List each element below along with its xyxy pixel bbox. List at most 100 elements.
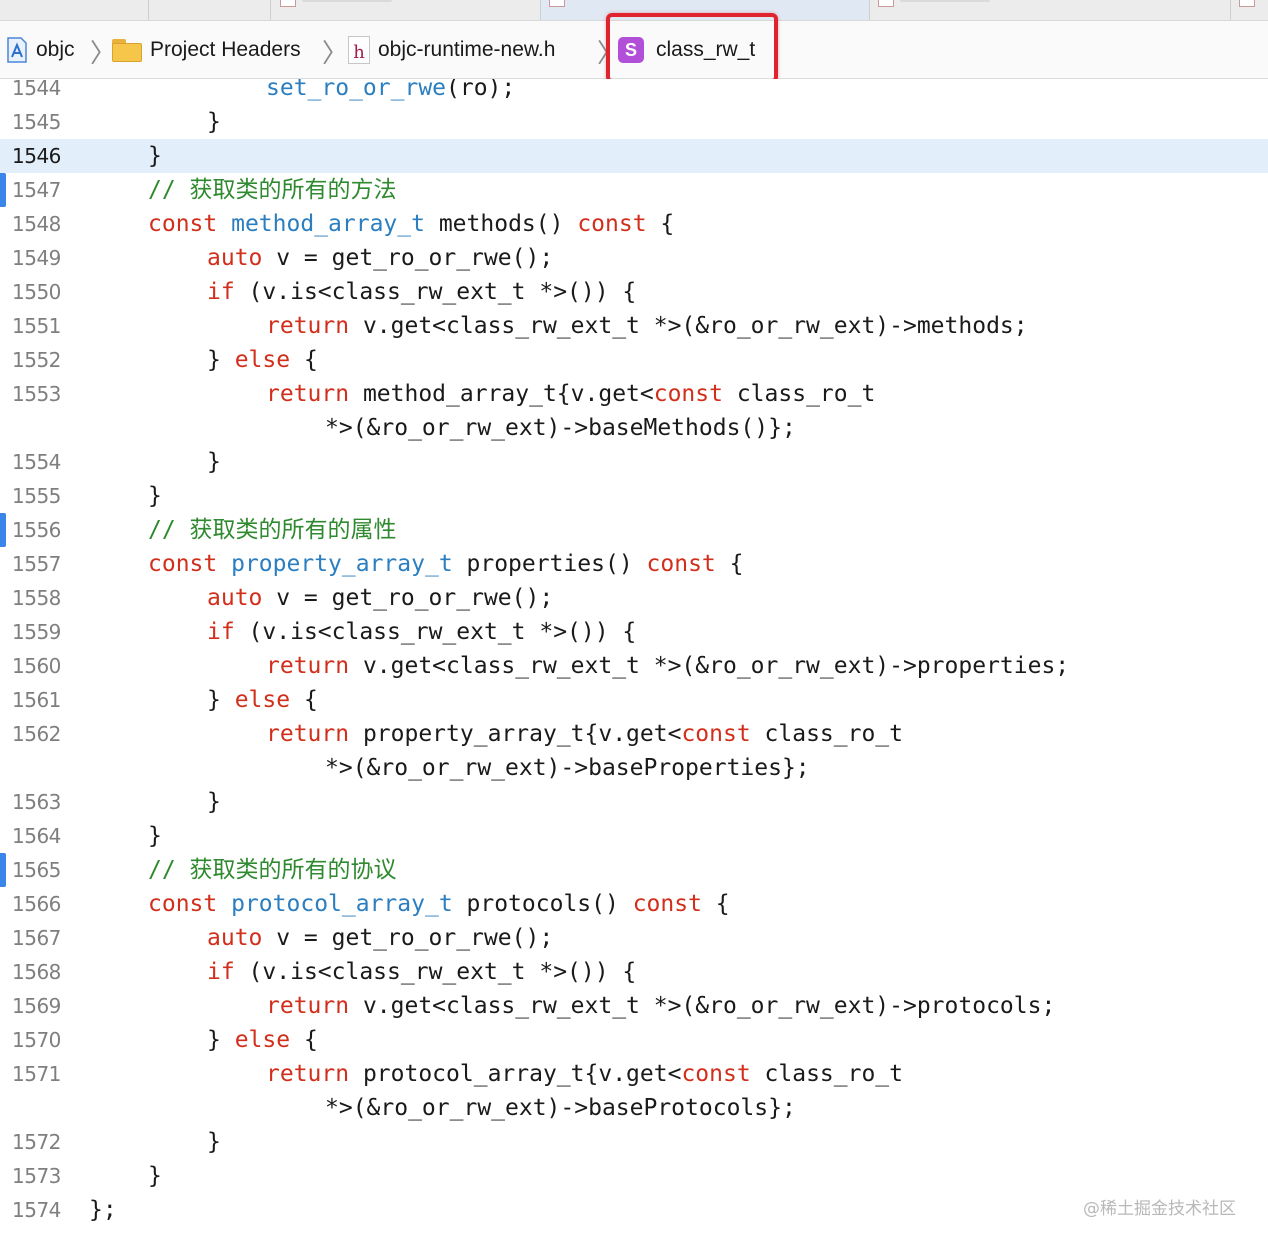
code-line[interactable]: *>(&ro_or_rw_ext)->baseProtocols}; — [0, 1091, 1268, 1125]
code-line[interactable]: 1566 const protocol_array_t protocols() c… — [0, 887, 1268, 921]
line-number: 1549 — [12, 246, 61, 270]
keyword-token: const — [632, 891, 702, 917]
code-line[interactable]: *>(&ro_or_rw_ext)->baseMethods()}; — [0, 411, 1268, 445]
code-line[interactable]: 1558 auto v = get_ro_or_rwe(); — [0, 581, 1268, 615]
code-line[interactable]: 1563} — [0, 785, 1268, 819]
code-editor[interactable]: 1544 set_ro_or_rwe(ro); 1545} 1546} 1547// 获… — [0, 79, 1268, 1248]
code-token: (v.is<class_rw_ext_t *>()) { — [234, 619, 637, 645]
keyword-token: return — [266, 313, 350, 339]
line-number: 1565 — [12, 858, 61, 882]
line-number: 1546 — [12, 144, 61, 168]
code-line[interactable]: 1552} else { — [0, 343, 1268, 377]
breadcrumb-label: objc — [36, 38, 75, 61]
tab-5[interactable] — [870, 0, 1231, 20]
code-token: v = get_ro_or_rwe(); — [262, 245, 554, 271]
code-token: } — [148, 483, 162, 509]
code-token: } — [207, 1129, 221, 1155]
line-number: 1572 — [12, 1130, 61, 1154]
code-line[interactable]: 1565 // 获取类的所有的协议 — [0, 853, 1268, 887]
code-token: } — [148, 823, 162, 849]
code-line[interactable]: 1571 return protocol_array_t{v.get<const … — [0, 1057, 1268, 1091]
code-text: return v.get<class_rw_ext_t *>(&ro_or_rw… — [266, 649, 1069, 683]
code-token: }; — [89, 1197, 117, 1223]
code-token: methods() — [424, 211, 578, 237]
code-text: if (v.is<class_rw_ext_t *>()) { — [207, 955, 636, 989]
code-token: } — [207, 687, 235, 713]
code-line[interactable]: 1547 // 获取类的所有的方法 — [0, 173, 1268, 207]
code-text: } — [207, 105, 221, 139]
tab-2[interactable] — [150, 0, 271, 20]
keyword-token: return — [266, 1061, 350, 1087]
code-line[interactable]: 1548 const method_array_t methods() const… — [0, 207, 1268, 241]
code-token: } — [148, 143, 162, 169]
code-line[interactable]: 1560 return v.get<class_rw_ext_t *>(&ro_o… — [0, 649, 1268, 683]
code-line[interactable]: 1567 auto v = get_ro_or_rwe(); — [0, 921, 1268, 955]
code-text: auto v = get_ro_or_rwe(); — [207, 921, 553, 955]
code-token: { — [290, 1027, 318, 1053]
chevron-right-icon: 〉 — [322, 38, 349, 68]
code-line[interactable]: 1572} — [0, 1125, 1268, 1159]
code-line[interactable]: 1574}; — [0, 1193, 1268, 1227]
breadcrumb-group[interactable]: Project Headers — [112, 35, 301, 65]
type-token: set_ro_or_rwe — [266, 79, 447, 101]
code-text: // 获取类的所有的属性 — [148, 513, 397, 547]
line-number: 1556 — [12, 518, 61, 542]
code-token: *>(&ro_or_rw_ext)->baseProtocols}; — [325, 1095, 796, 1121]
code-line[interactable]: 1562 return property_array_t{v.get<const … — [0, 717, 1268, 751]
code-line[interactable]: 1549 auto v = get_ro_or_rwe(); — [0, 241, 1268, 275]
code-text: return method_array_t{v.get<const class_… — [266, 377, 875, 411]
keyword-token: return — [266, 993, 350, 1019]
code-line[interactable]: 1555} — [0, 479, 1268, 513]
code-token: } — [207, 789, 221, 815]
code-line[interactable]: 1554} — [0, 445, 1268, 479]
code-token: } — [207, 347, 235, 373]
tab-6[interactable] — [1231, 0, 1268, 20]
line-number: 1561 — [12, 688, 61, 712]
keyword-token: return — [266, 653, 350, 679]
code-line[interactable]: 1569 return v.get<class_rw_ext_t *>(&ro_o… — [0, 989, 1268, 1023]
code-token: } — [207, 449, 221, 475]
code-line[interactable]: 1556 // 获取类的所有的属性 — [0, 513, 1268, 547]
line-number: 1547 — [12, 178, 61, 202]
code-line[interactable]: 1570} else { — [0, 1023, 1268, 1057]
code-token: properties() — [452, 551, 647, 577]
code-line[interactable]: 1559 if (v.is<class_rw_ext_t *>()) { — [0, 615, 1268, 649]
keyword-token: const — [577, 211, 647, 237]
code-text: auto v = get_ro_or_rwe(); — [207, 581, 553, 615]
change-marker — [0, 173, 6, 207]
header-file-icon — [1239, 0, 1255, 7]
code-line[interactable]: 1544 set_ro_or_rwe(ro); — [0, 79, 1268, 105]
code-line[interactable]: 1553 return method_array_t{v.get<const cl… — [0, 377, 1268, 411]
code-line[interactable]: 1546} — [0, 139, 1268, 173]
code-line[interactable]: 1568 if (v.is<class_rw_ext_t *>()) { — [0, 955, 1268, 989]
code-token: } — [148, 1163, 162, 1189]
code-text: return v.get<class_rw_ext_t *>(&ro_or_rw… — [266, 989, 1055, 1023]
code-token: v = get_ro_or_rwe(); — [262, 585, 554, 611]
code-text: *>(&ro_or_rw_ext)->baseProtocols}; — [325, 1091, 796, 1125]
code-line[interactable]: 1561 } else { — [0, 683, 1268, 717]
change-marker — [0, 853, 6, 887]
breadcrumb-file[interactable]: h objc-runtime-new.h — [348, 35, 555, 65]
tab-1[interactable] — [0, 0, 149, 20]
header-file-icon — [549, 0, 565, 7]
line-number: 1554 — [12, 450, 61, 474]
breadcrumb-project[interactable]: objc — [6, 35, 75, 65]
code-text: } — [148, 1159, 162, 1193]
line-number: 1551 — [12, 314, 61, 338]
line-number: 1555 — [12, 484, 61, 508]
code-line[interactable]: *>(&ro_or_rw_ext)->baseProperties}; — [0, 751, 1268, 785]
code-token: *>(&ro_or_rw_ext)->baseMethods()}; — [325, 415, 796, 441]
code-line[interactable]: 1550 if (v.is<class_rw_ext_t *>()) { — [0, 275, 1268, 309]
code-line[interactable]: 1557 const property_array_t properties() … — [0, 547, 1268, 581]
code-line[interactable]: 1573} — [0, 1159, 1268, 1193]
line-number: 1564 — [12, 824, 61, 848]
code-line[interactable]: 1551 return v.get<class_rw_ext_t *>(&ro_o… — [0, 309, 1268, 343]
code-text: auto v = get_ro_or_rwe(); — [207, 241, 553, 275]
keyword-token: return — [266, 381, 350, 407]
code-text: } else { — [207, 683, 318, 717]
tab-3[interactable] — [272, 0, 541, 20]
code-line[interactable]: 1545} — [0, 105, 1268, 139]
keyword-token: const — [148, 211, 218, 237]
code-text: } else { — [207, 343, 318, 377]
code-line[interactable]: 1564} — [0, 819, 1268, 853]
